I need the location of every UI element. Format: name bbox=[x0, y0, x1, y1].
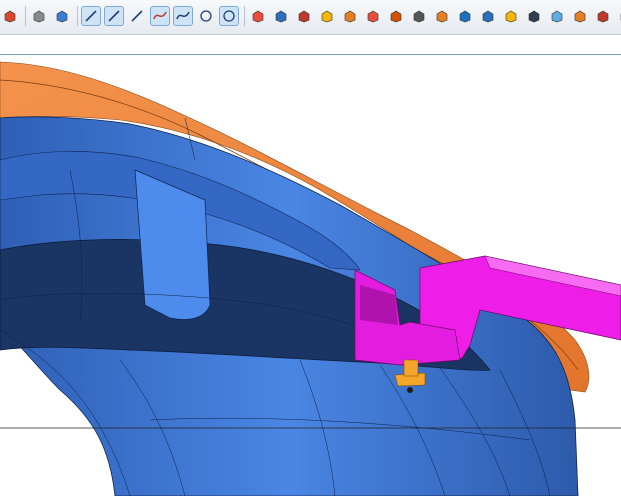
shell-button[interactable] bbox=[478, 6, 498, 26]
transform-button[interactable] bbox=[409, 6, 429, 26]
toolbar-separator bbox=[77, 6, 78, 26]
extrude-icon bbox=[321, 10, 333, 23]
sweep-icon bbox=[367, 10, 379, 23]
point-button[interactable] bbox=[196, 6, 216, 26]
extrude-button[interactable] bbox=[317, 6, 337, 26]
toolbar-separator bbox=[25, 6, 26, 26]
surface-button[interactable] bbox=[248, 6, 268, 26]
3d-viewport[interactable] bbox=[0, 34, 621, 497]
boolean-button[interactable] bbox=[547, 6, 567, 26]
loft-icon bbox=[390, 10, 402, 23]
box-red-icon bbox=[298, 10, 310, 23]
box-red-button[interactable] bbox=[294, 6, 314, 26]
cut-face-icon bbox=[4, 10, 16, 23]
layers-button[interactable] bbox=[271, 6, 291, 26]
revolve-icon bbox=[344, 10, 356, 23]
chamfer-icon bbox=[528, 10, 540, 23]
trim-button[interactable] bbox=[593, 6, 613, 26]
blue-solid-button[interactable] bbox=[52, 6, 72, 26]
curve-blue-button[interactable] bbox=[173, 6, 193, 26]
shell-icon bbox=[482, 10, 494, 23]
curve-blue-icon bbox=[176, 11, 190, 20]
offset-button[interactable] bbox=[616, 6, 621, 26]
pattern-button[interactable] bbox=[432, 6, 452, 26]
draft-icon bbox=[459, 10, 471, 23]
split-button[interactable] bbox=[570, 6, 590, 26]
cut-face-button[interactable] bbox=[0, 6, 20, 26]
circle-point-button[interactable] bbox=[219, 6, 239, 26]
point-icon bbox=[200, 10, 212, 22]
spline-button[interactable] bbox=[127, 6, 147, 26]
solid-box-button[interactable] bbox=[29, 6, 49, 26]
split-icon bbox=[574, 10, 586, 23]
layers-icon bbox=[275, 10, 287, 23]
circle-point-icon bbox=[223, 10, 235, 22]
spline-icon bbox=[131, 10, 143, 22]
chamfer-button[interactable] bbox=[524, 6, 544, 26]
solid-box-icon bbox=[33, 10, 45, 23]
trim-icon bbox=[597, 10, 609, 23]
boolean-icon bbox=[551, 10, 563, 23]
line-button[interactable] bbox=[81, 6, 101, 26]
line-2-icon bbox=[108, 10, 120, 22]
cad-toolbar bbox=[0, 0, 621, 35]
curve-red-button[interactable] bbox=[150, 6, 170, 26]
blue-solid-icon bbox=[56, 10, 68, 23]
curve-red-icon bbox=[153, 11, 167, 20]
sweep-button[interactable] bbox=[363, 6, 383, 26]
fillet-button[interactable] bbox=[501, 6, 521, 26]
line-2-button[interactable] bbox=[104, 6, 124, 26]
revolve-button[interactable] bbox=[340, 6, 360, 26]
fillet-icon bbox=[505, 10, 517, 23]
draft-button[interactable] bbox=[455, 6, 475, 26]
transform-icon bbox=[413, 10, 425, 23]
line-icon bbox=[85, 10, 97, 22]
loft-button[interactable] bbox=[386, 6, 406, 26]
pattern-icon bbox=[436, 10, 448, 23]
surface-icon bbox=[252, 10, 264, 23]
toolbar-separator bbox=[244, 6, 245, 26]
